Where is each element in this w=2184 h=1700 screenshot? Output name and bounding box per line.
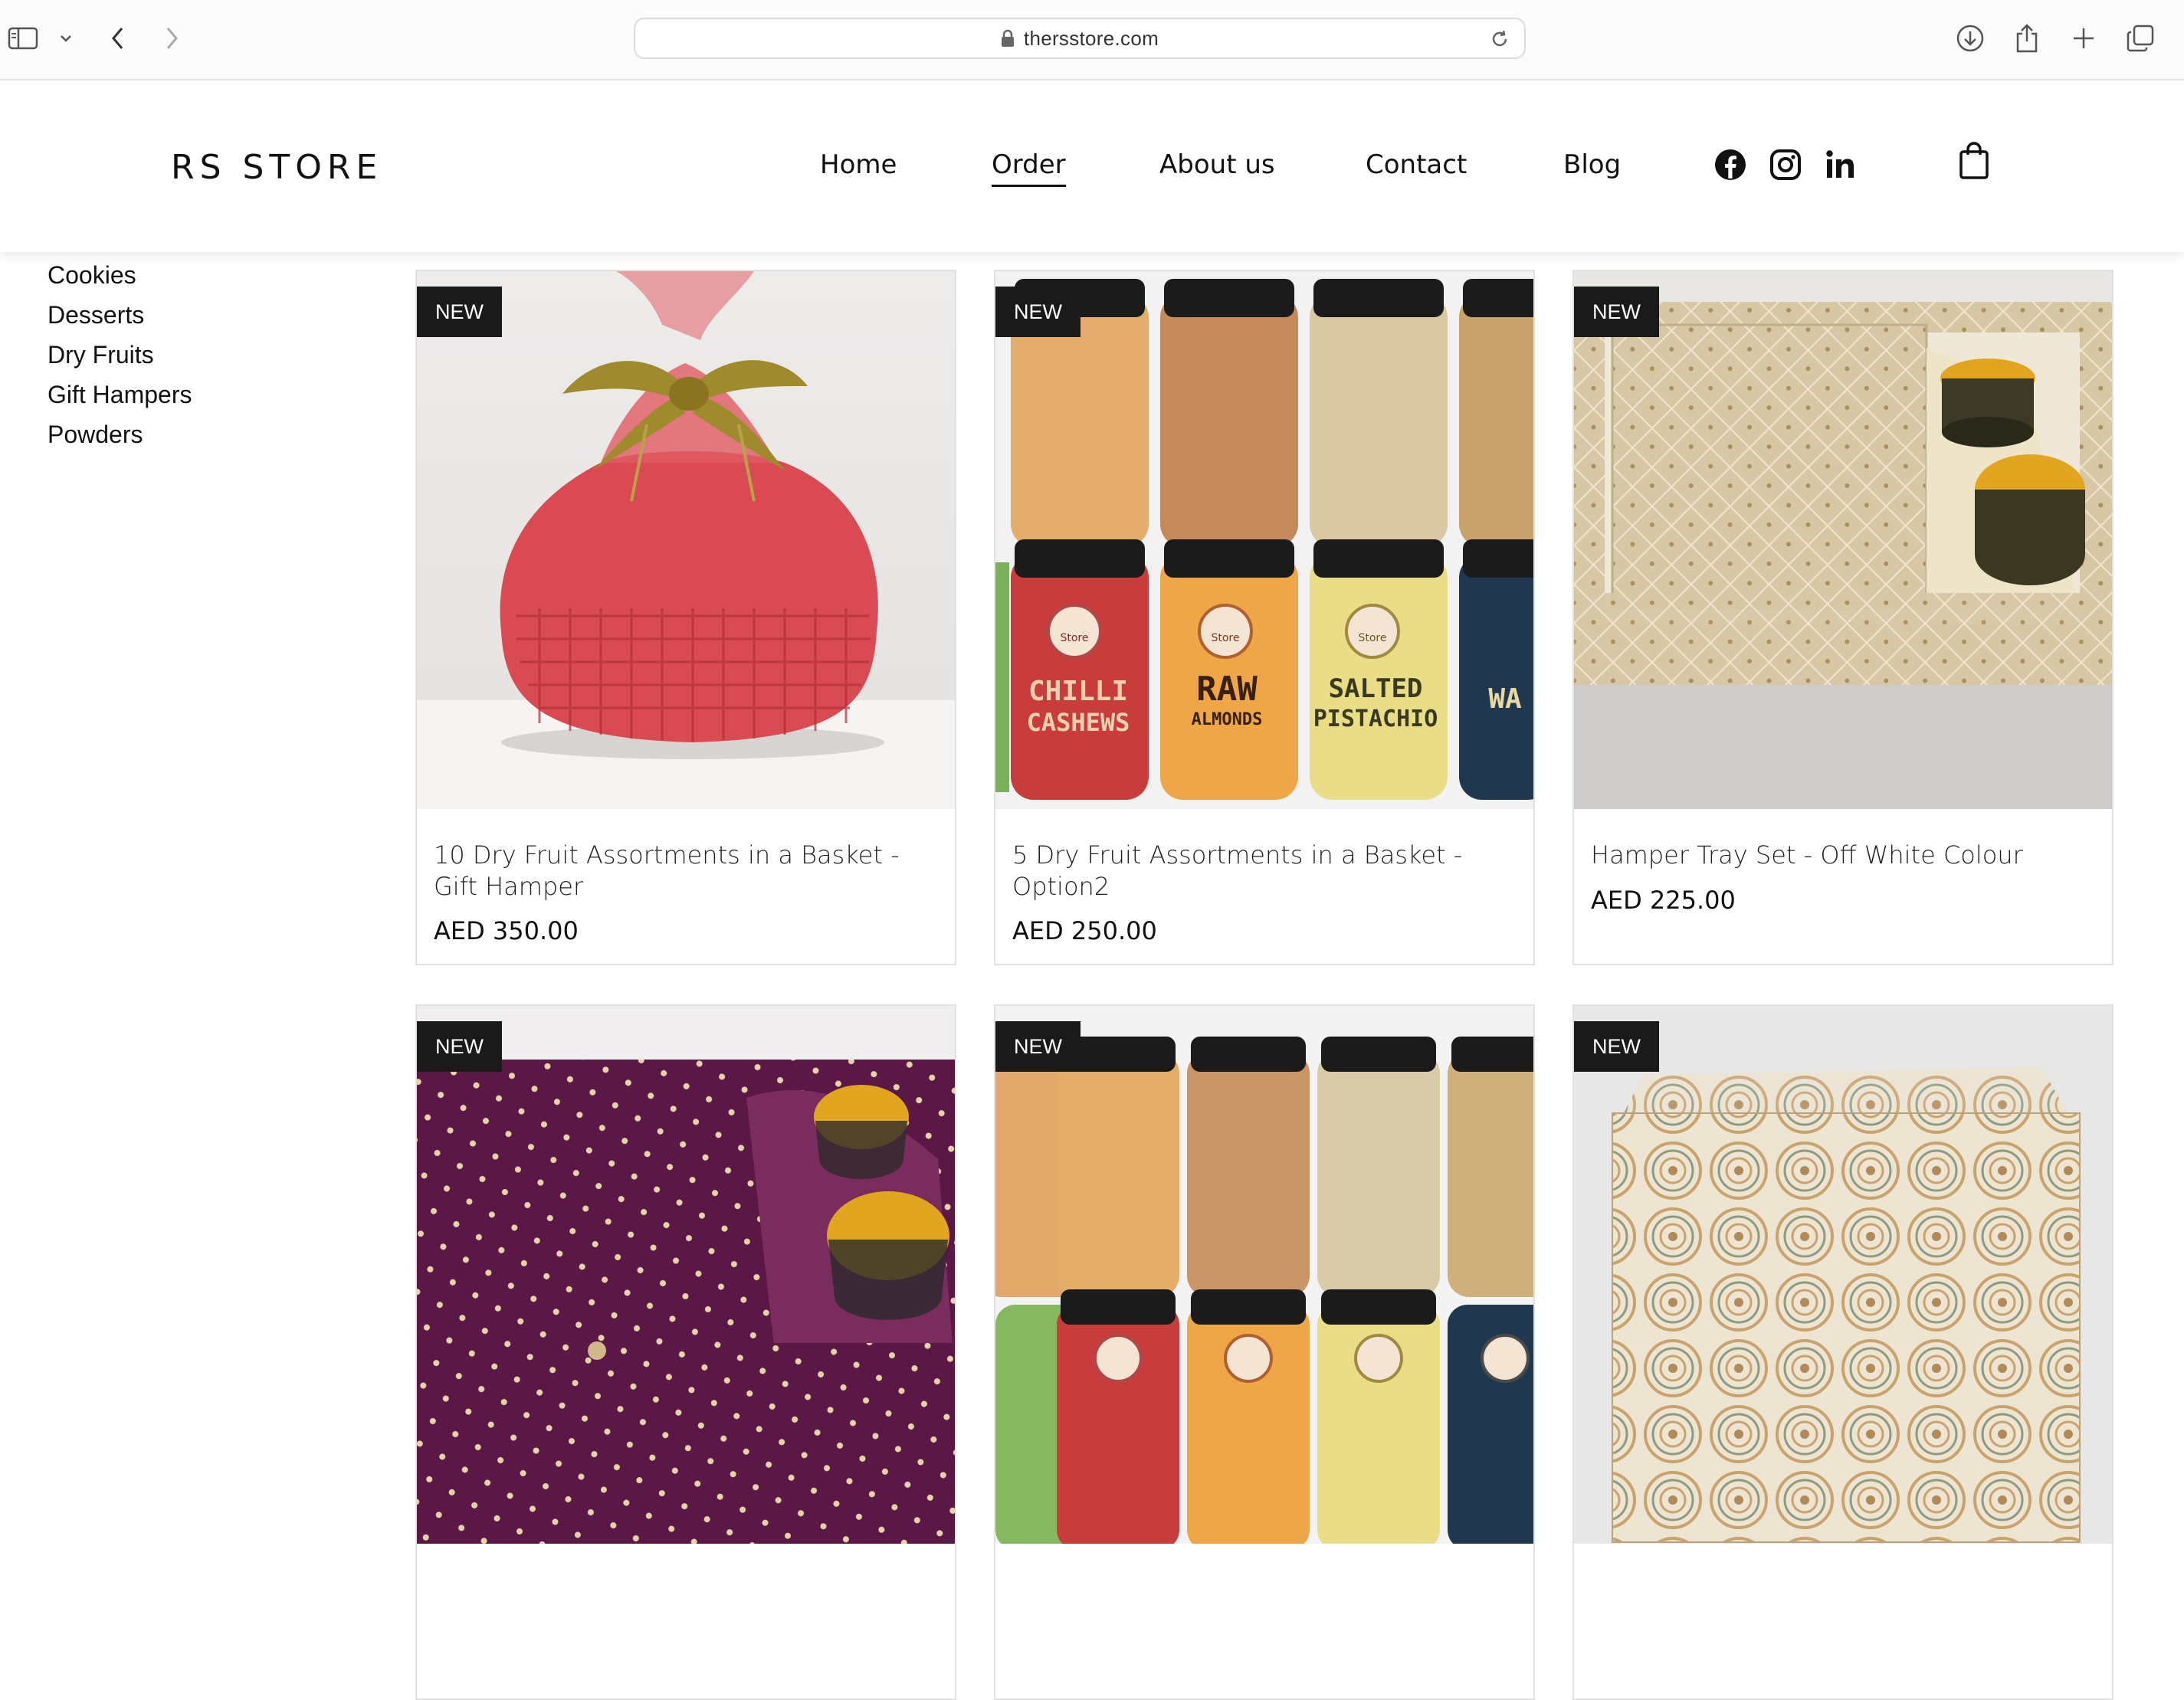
new-badge: NEW [995,287,1081,337]
product-card[interactable]: NEW [994,1004,1535,1700]
category-dry-fruits[interactable]: Dry Fruits [48,335,192,375]
product-image[interactable] [417,271,955,809]
store-logo[interactable]: RS STORE [171,148,382,187]
nav-home[interactable]: Home [820,149,897,180]
shopping-bag-icon[interactable] [1957,142,1991,180]
category-cookies[interactable]: Cookies [48,255,192,295]
nav-contact[interactable]: Contact [1366,149,1467,180]
download-icon[interactable] [1953,21,1987,55]
tabs-icon[interactable] [2123,21,2157,55]
forward-icon[interactable] [155,21,189,55]
new-tab-icon[interactable] [2067,21,2100,55]
instagram-icon[interactable] [1769,148,1802,182]
product-card[interactable]: NEW Hamper Tray Set - Off White Colour A… [1572,270,2113,965]
product-card[interactable]: Store Store Store CHILLI CASHEWS RAW ALM… [994,270,1535,965]
product-image[interactable]: Store Store Store CHILLI CASHEWS RAW ALM… [995,271,1533,809]
product-price: AED 225.00 [1591,886,1736,915]
product-price: AED 250.00 [1012,916,1157,945]
product-name[interactable]: Hamper Tray Set - Off White Colour [1591,840,2097,871]
category-gift-hampers[interactable]: Gift Hampers [48,375,192,414]
jar-label-pistachio: PISTACHIO [1313,706,1438,732]
jar-label-salted: SALTED [1329,673,1423,704]
jar-label-almonds: ALMONDS [1192,710,1263,729]
jar-brand-label: Store [1358,632,1386,644]
browser-toolbar: thersstore.com [0,0,2184,80]
product-image[interactable] [417,1006,955,1544]
chevron-down-icon[interactable] [49,21,83,55]
site-header: RS STORE Home Order About us Contact Blo… [0,80,2184,252]
product-price: AED 350.00 [434,916,579,945]
jar-label-raw: RAW [1196,670,1258,709]
address-bar[interactable]: thersstore.com [634,18,1526,59]
product-card[interactable]: NEW [1572,1004,2113,1700]
linkedin-icon[interactable] [1824,148,1858,182]
facebook-icon[interactable] [1713,148,1747,182]
jar-label-chilli: CHILLI [1028,676,1128,707]
nav-about-us[interactable]: About us [1159,149,1275,180]
product-card[interactable]: NEW 10 Dry Fruit Assortments in a Basket… [415,270,956,965]
share-icon[interactable] [2010,21,2044,55]
category-desserts[interactable]: Desserts [48,295,192,335]
product-name[interactable]: 10 Dry Fruit Assortments in a Basket - G… [434,840,940,902]
product-image[interactable] [995,1006,1533,1544]
new-badge: NEW [417,287,502,337]
new-badge: NEW [417,1021,502,1072]
jar-label-cashews: CASHEWS [1027,708,1130,737]
product-image[interactable] [1574,271,2112,809]
reload-icon[interactable] [1489,28,1510,50]
jar-brand-label: Store [1060,632,1088,644]
category-sidebar: Cookies Desserts Dry Fruits Gift Hampers… [48,255,192,454]
jar-label-walnut: WA [1488,683,1522,715]
new-badge: NEW [1574,287,1659,337]
category-powders[interactable]: Powders [48,414,192,454]
new-badge: NEW [995,1021,1081,1072]
nav-blog[interactable]: Blog [1563,149,1621,180]
product-image[interactable] [1574,1006,2112,1544]
back-icon[interactable] [101,21,135,55]
lock-icon [1001,29,1015,47]
nav-order[interactable]: Order [992,149,1066,187]
product-name[interactable]: 5 Dry Fruit Assortments in a Basket - Op… [1012,840,1518,902]
product-card[interactable]: NEW [415,1004,956,1700]
url-text: thersstore.com [1023,26,1159,50]
jar-brand-label: Store [1211,632,1239,644]
new-badge: NEW [1574,1021,1659,1072]
sidebar-toggle-icon[interactable] [6,21,40,55]
